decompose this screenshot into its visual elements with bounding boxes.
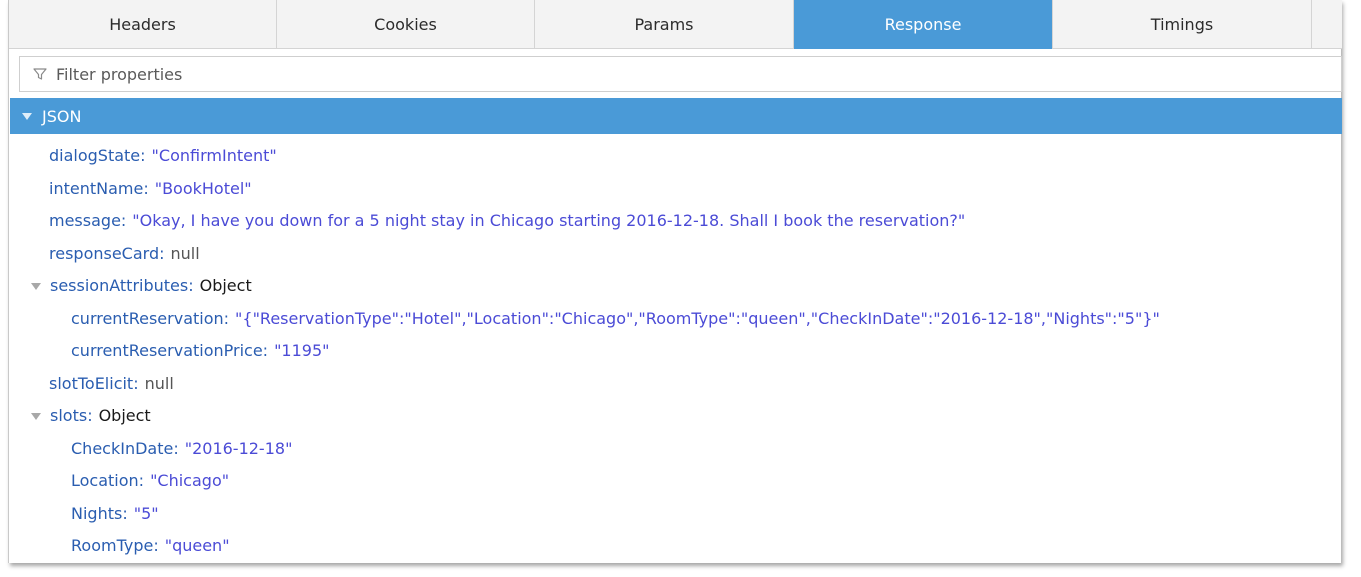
property-value: "BookHotel" xyxy=(154,178,252,198)
property-colon: : xyxy=(87,406,93,425)
property-value: "1195" xyxy=(274,341,330,360)
tab-response[interactable]: Response xyxy=(794,0,1053,49)
property-value: "{"ReservationType":"Hotel","Location":"… xyxy=(235,308,1160,328)
tree-row-location[interactable]: Location: "Chicago" xyxy=(9,465,1342,498)
property-colon: : xyxy=(262,341,269,360)
property-key: sessionAttributes xyxy=(50,276,189,295)
property-colon: : xyxy=(223,308,230,328)
tree-row-intentname[interactable]: intentName: "BookHotel" xyxy=(9,173,1342,206)
tab-headers[interactable]: Headers xyxy=(9,0,277,49)
tree-row-sessionattributes[interactable]: sessionAttributes: Object xyxy=(9,270,1342,303)
tree-row-slottoelicit[interactable]: slotToElicit: null xyxy=(9,368,1342,401)
property-value: "5" xyxy=(133,503,159,523)
property-colon: : xyxy=(159,243,165,263)
property-key: slots xyxy=(50,406,88,425)
tree-row-checkindate[interactable]: CheckInDate: "2016-12-18" xyxy=(9,433,1342,466)
json-tree: dialogState: "ConfirmIntent" intentName: "… xyxy=(9,140,1342,563)
property-key: Nights xyxy=(71,503,123,523)
tree-row-roomtype[interactable]: RoomType: "queen" xyxy=(9,530,1342,563)
property-key: message xyxy=(49,211,121,230)
property-key: RoomType xyxy=(71,536,154,555)
property-key: CheckInDate xyxy=(71,438,174,458)
tab-overflow xyxy=(1312,0,1342,49)
property-key: responseCard xyxy=(49,243,160,263)
tree-row-slots[interactable]: slots: Object xyxy=(9,400,1342,433)
tab-bar: Headers Cookies Params Response Timings xyxy=(9,0,1342,49)
tree-row-dialogstate[interactable]: dialogState: "ConfirmIntent" xyxy=(9,140,1342,173)
property-colon: : xyxy=(133,373,139,393)
property-colon: : xyxy=(188,276,194,295)
property-key: Location xyxy=(71,471,139,490)
json-section-header[interactable]: JSON xyxy=(10,98,1342,134)
property-key: slotToElicit xyxy=(49,373,134,393)
property-value: "Okay, I have you down for a 5 night sta… xyxy=(132,211,966,230)
property-colon: : xyxy=(140,146,146,165)
property-key: dialogState xyxy=(49,146,141,165)
property-key: intentName xyxy=(49,178,144,198)
property-value: Object xyxy=(98,406,151,425)
property-value: "queen" xyxy=(164,536,230,555)
property-value: Object xyxy=(199,276,252,295)
property-colon: : xyxy=(122,503,128,523)
property-colon: : xyxy=(120,211,127,230)
property-colon: : xyxy=(173,438,179,458)
tab-params[interactable]: Params xyxy=(535,0,794,49)
tab-timings[interactable]: Timings xyxy=(1053,0,1312,49)
property-key: currentReservation xyxy=(71,308,224,328)
response-panel: Headers Cookies Params Response Timings … xyxy=(8,0,1342,563)
expand-triangle-icon xyxy=(22,112,32,120)
filter-input[interactable] xyxy=(56,64,1306,84)
collapse-triangle-icon[interactable] xyxy=(31,282,41,290)
tree-row-currentreservationprice[interactable]: currentReservationPrice: "1195" xyxy=(9,335,1342,368)
tree-row-responsecard[interactable]: responseCard: null xyxy=(9,238,1342,271)
tree-row-nights[interactable]: Nights: "5" xyxy=(9,498,1342,531)
property-colon: : xyxy=(138,471,145,490)
tab-cookies[interactable]: Cookies xyxy=(277,0,535,49)
property-value: null xyxy=(144,373,174,393)
collapse-triangle-icon[interactable] xyxy=(31,412,41,420)
filter-bar xyxy=(19,56,1342,92)
property-key: currentReservationPrice xyxy=(71,341,263,360)
property-colon: : xyxy=(143,178,149,198)
property-value: "2016-12-18" xyxy=(184,438,293,458)
property-colon: : xyxy=(153,536,159,555)
property-value: "ConfirmIntent" xyxy=(151,146,277,165)
json-section-label: JSON xyxy=(42,106,82,126)
funnel-icon xyxy=(33,68,47,80)
property-value: "Chicago" xyxy=(150,471,230,490)
property-value: null xyxy=(170,243,200,263)
tree-row-currentreservation[interactable]: currentReservation: "{"ReservationType":"… xyxy=(9,303,1342,336)
tree-row-message[interactable]: message: "Okay, I have you down for a 5 n… xyxy=(9,205,1342,238)
